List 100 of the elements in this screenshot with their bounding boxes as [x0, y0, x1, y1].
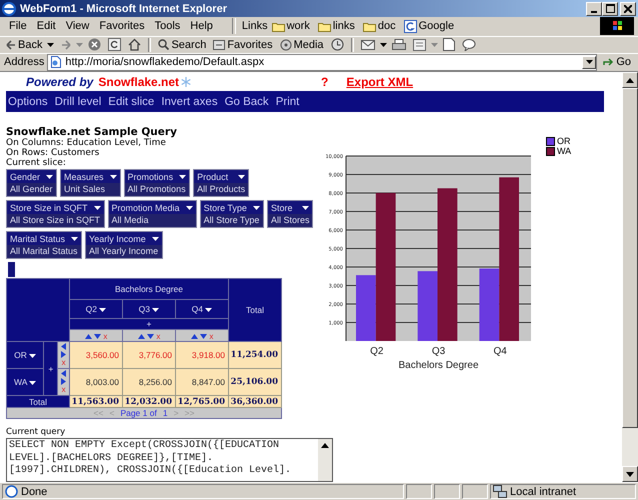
row-header[interactable]: WA: [6, 368, 44, 396]
move-right-icon[interactable]: [61, 378, 66, 385]
edit-icon[interactable]: [412, 38, 426, 51]
x-axis-label: Q3: [432, 346, 446, 357]
link-button[interactable]: doc: [362, 20, 396, 32]
caret-icon[interactable]: [238, 174, 246, 178]
slicer-dropdown[interactable]: Product All Products: [193, 169, 250, 197]
nav-link[interactable]: Go Back: [224, 96, 269, 108]
help-link[interactable]: ?: [321, 74, 328, 88]
slicer-dropdown[interactable]: Promotions All Promotions: [124, 169, 190, 197]
slicer-dropdown[interactable]: Store Type All Store Type: [200, 200, 264, 228]
caret-icon[interactable]: [152, 308, 160, 312]
column-header[interactable]: Q3: [122, 300, 176, 318]
caret-icon[interactable]: [47, 42, 54, 47]
sort-up-icon[interactable]: [84, 334, 92, 338]
caret-icon[interactable]: [252, 206, 260, 210]
dropdown-button[interactable]: [582, 56, 596, 69]
back-button[interactable]: Back: [4, 38, 44, 51]
links-label: Links: [242, 20, 268, 32]
caret-icon[interactable]: [179, 174, 186, 178]
menu-item[interactable]: Edit: [32, 20, 61, 32]
menu-item[interactable]: Tools: [150, 20, 186, 32]
column-header[interactable]: Q2: [70, 300, 122, 318]
search-button[interactable]: Search: [156, 38, 208, 51]
document-icon[interactable]: [442, 38, 455, 52]
caret-icon[interactable]: [99, 308, 106, 312]
printer-icon[interactable]: [392, 38, 406, 51]
caret-icon[interactable]: [380, 42, 387, 47]
link-button[interactable]: Google: [404, 20, 454, 33]
sort-up-icon[interactable]: [138, 334, 145, 338]
link-button[interactable]: work: [272, 20, 310, 32]
move-left-icon[interactable]: [61, 370, 66, 377]
mail-icon[interactable]: [360, 38, 375, 51]
favorites-button[interactable]: Favorites: [211, 38, 275, 51]
go-button[interactable]: Go: [600, 56, 634, 68]
sort-down-icon[interactable]: [200, 334, 207, 338]
pager-link[interactable]: 1: [162, 408, 168, 418]
slicer-dropdown[interactable]: Marital Status All Marital Status: [6, 231, 82, 259]
menu-item[interactable]: File: [4, 20, 32, 32]
caret-icon[interactable]: [29, 354, 36, 358]
up-arrow-icon[interactable]: [626, 78, 634, 82]
total-cell: 11,563.00: [70, 396, 122, 408]
slicer-dropdown[interactable]: Measures Unit Sales: [60, 169, 121, 197]
menu-item[interactable]: View: [60, 20, 94, 32]
caret-icon[interactable]: [29, 381, 36, 385]
move-left-icon[interactable]: [61, 343, 66, 350]
expand-toggle[interactable]: +: [44, 342, 58, 396]
close-button[interactable]: [620, 2, 636, 16]
move-right-icon[interactable]: [61, 351, 66, 358]
export-xml-link[interactable]: Export XML: [346, 74, 414, 88]
nav-link[interactable]: Drill level: [54, 96, 102, 108]
menu-item[interactable]: Help: [185, 20, 218, 32]
caret-icon[interactable]: [205, 308, 212, 312]
slicer-dropdown[interactable]: Store All Stores: [266, 200, 314, 228]
caret-icon[interactable]: [186, 206, 193, 210]
minimize-button[interactable]: [586, 2, 602, 16]
home-icon[interactable]: [128, 38, 142, 52]
sort-down-icon[interactable]: [147, 334, 154, 338]
nav-link[interactable]: Invert axes: [161, 96, 218, 108]
dimension-name: Marital Status: [10, 234, 66, 244]
stop-icon[interactable]: [88, 38, 102, 52]
caret-icon[interactable]: [94, 206, 101, 210]
sort-up-icon[interactable]: [190, 334, 198, 338]
pager-link[interactable]: Page 1 of: [120, 408, 157, 418]
up-arrow-icon[interactable]: [321, 443, 329, 448]
maximize-button[interactable]: [602, 2, 618, 16]
nav-link[interactable]: Options: [8, 96, 48, 108]
caret-icon[interactable]: [152, 236, 159, 240]
slicer-dropdown[interactable]: Yearly Income All Yearly Income: [85, 231, 163, 259]
nav-link[interactable]: Print: [276, 96, 300, 108]
caret-icon[interactable]: [71, 236, 78, 240]
caret-icon[interactable]: [46, 174, 54, 178]
row-header[interactable]: OR: [6, 342, 44, 368]
expand-toggle[interactable]: +: [70, 318, 228, 330]
slicer-dropdown[interactable]: Store Size in SQFT All Store Size in SQFT: [6, 200, 105, 228]
column-header[interactable]: Q4: [176, 300, 228, 318]
member-value: All Gender: [7, 183, 56, 196]
caret-icon[interactable]: [302, 206, 310, 210]
member-value: All Media: [108, 214, 196, 227]
speech-bubble-icon[interactable]: [462, 38, 476, 51]
menu-item[interactable]: Favorites: [94, 20, 150, 32]
nav-link[interactable]: Edit slice: [108, 96, 154, 108]
slicer-dropdown[interactable]: Gender All Gender: [6, 169, 58, 197]
powered-by-text: Powered by: [26, 74, 94, 88]
member-value: Unit Sales: [61, 183, 120, 196]
status-panel: [406, 484, 432, 499]
caret-icon[interactable]: [110, 174, 117, 178]
slicer-dropdown[interactable]: Promotion Media All Media: [108, 200, 197, 228]
down-arrow-icon[interactable]: [626, 472, 634, 476]
refresh-icon[interactable]: [108, 38, 122, 52]
query-textarea[interactable]: SELECT NON EMPTY Except(CROSSJOIN({[EDUCATION LEVEL].[BACHELORS DEGREE]},[TIME]. [1997].CHILDREN), CROSSJOIN({[Education Level].: [6, 438, 333, 482]
scrollbar[interactable]: [318, 439, 332, 481]
flag-icon: [600, 17, 634, 36]
media-button[interactable]: Media: [278, 38, 326, 51]
sort-down-icon[interactable]: [94, 334, 101, 338]
history-icon[interactable]: [330, 38, 344, 52]
zone-text: Local intranet: [510, 486, 576, 498]
address-field[interactable]: http://moria/snowflakedemo/Default.aspx: [47, 54, 598, 71]
link-button[interactable]: links: [318, 20, 355, 32]
page-scrollbar[interactable]: [622, 72, 638, 482]
